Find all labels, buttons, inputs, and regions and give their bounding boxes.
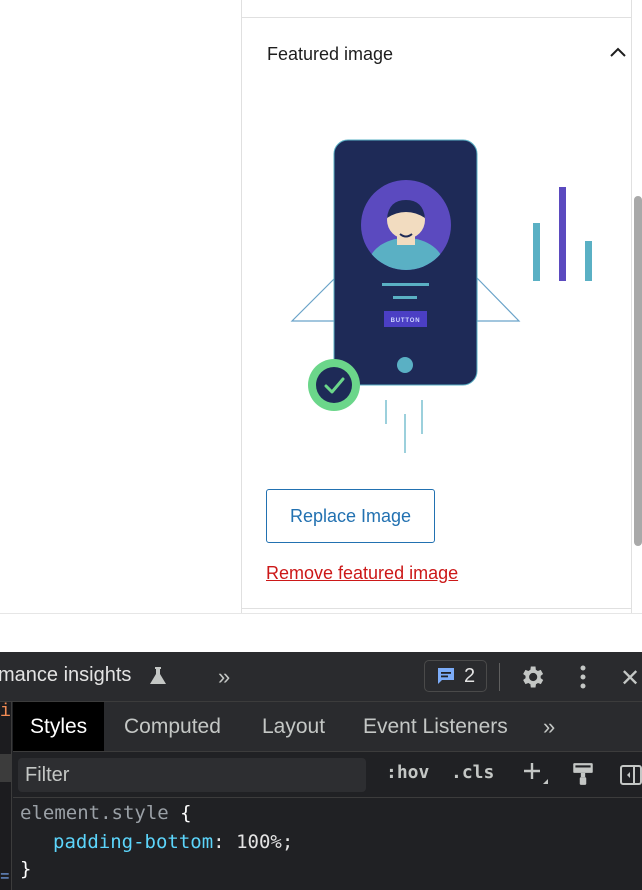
issues-button[interactable]: 2: [424, 660, 487, 692]
text-line: [393, 296, 417, 299]
filter-input[interactable]: [18, 758, 366, 792]
paint-brush-icon[interactable]: [570, 761, 596, 792]
chevron-up-icon[interactable]: [605, 40, 631, 64]
colon: :: [213, 831, 225, 853]
triangle-right-icon: [476, 276, 521, 322]
close-brace-line: }: [20, 858, 31, 880]
more-tabs-icon[interactable]: »: [218, 664, 230, 690]
scrollbar[interactable]: [634, 196, 642, 546]
devtools-toolbar: mance insights » 2 ✕: [0, 652, 642, 702]
divider: [0, 613, 642, 614]
styles-filter-bar: :hov .cls: [13, 752, 642, 798]
kebab-menu-icon[interactable]: [572, 663, 594, 696]
flask-icon: [149, 666, 167, 691]
semicolon: ;: [281, 831, 294, 853]
hov-toggle[interactable]: :hov: [386, 762, 429, 783]
bar-icon: [559, 187, 566, 281]
elements-panel-edge: i =: [0, 702, 12, 890]
tab-layout[interactable]: Layout: [262, 702, 325, 751]
style-rule: element.style { padding-bottom: 100%; }: [13, 798, 642, 890]
featured-image-preview[interactable]: BUTTON: [290, 138, 600, 458]
tab-styles[interactable]: Styles: [13, 702, 105, 751]
rule-selector-line: element.style {: [20, 802, 192, 824]
divider: [242, 608, 631, 609]
more-tabs-icon[interactable]: »: [543, 702, 555, 751]
selected-node-highlight: [0, 754, 12, 782]
divider: [242, 17, 631, 18]
mini-button-label: BUTTON: [391, 318, 421, 324]
tab-event-listeners[interactable]: Event Listeners: [363, 702, 508, 751]
style-declaration[interactable]: padding-bottom: 100%;: [53, 831, 293, 853]
devtools-panel: mance insights » 2 ✕ i = Styles Computed…: [0, 652, 642, 890]
close-brace: }: [20, 858, 32, 880]
tab-computed[interactable]: Computed: [124, 702, 221, 751]
performance-insights-tab[interactable]: mance insights: [0, 664, 131, 687]
code-fragment: =: [0, 868, 10, 886]
styles-pane-tabs: Styles Computed Layout Event Listeners »: [13, 702, 642, 752]
remove-featured-image-link[interactable]: Remove featured image: [266, 563, 458, 584]
screen: Featured image BUTTON Replace Image Remo…: [0, 0, 642, 890]
code-fragment: i: [0, 702, 11, 722]
home-dot: [397, 357, 413, 373]
new-style-rule-icon[interactable]: [519, 758, 549, 795]
property-name[interactable]: padding-bottom: [53, 831, 213, 853]
bar-icon: [585, 241, 592, 281]
issues-count: 2: [463, 664, 476, 687]
toggle-sidebar-icon[interactable]: [619, 763, 642, 792]
close-icon[interactable]: ✕: [620, 664, 640, 693]
property-value[interactable]: 100%: [236, 831, 282, 853]
editor-area: Featured image BUTTON Replace Image Remo…: [0, 0, 642, 652]
cls-toggle[interactable]: .cls: [451, 762, 494, 783]
bar-icon: [533, 223, 540, 281]
replace-image-button[interactable]: Replace Image: [266, 489, 435, 543]
text-line: [382, 283, 429, 286]
open-brace: {: [180, 802, 192, 824]
separator: [499, 663, 500, 691]
triangle-left-icon: [290, 276, 336, 322]
message-icon: [437, 668, 454, 684]
gear-icon[interactable]: [518, 663, 546, 696]
rule-selector[interactable]: element.style: [20, 802, 169, 824]
panel-title[interactable]: Featured image: [267, 44, 393, 65]
